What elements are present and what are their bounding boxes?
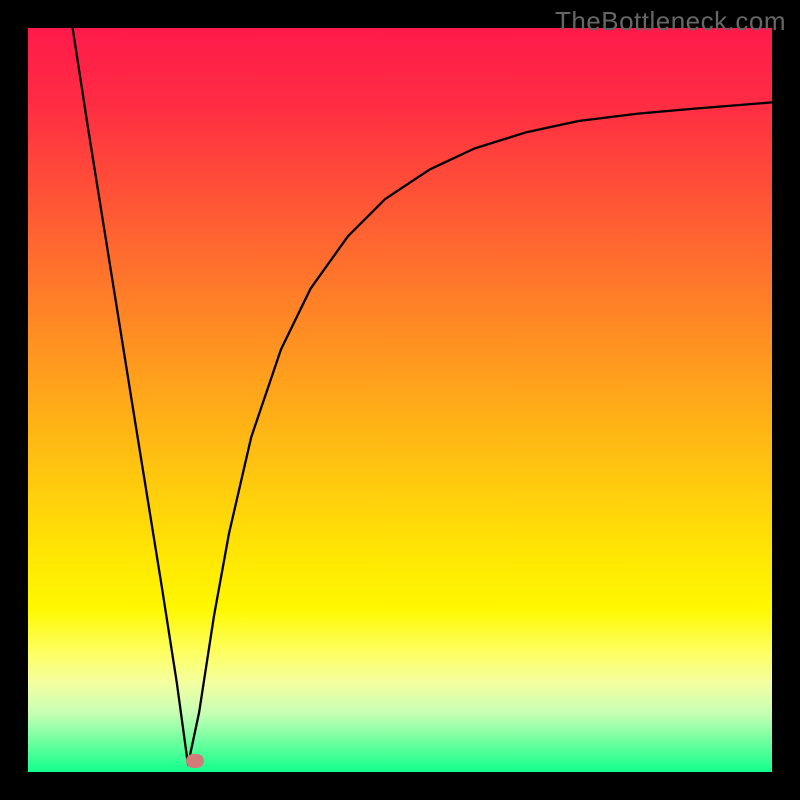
chart-container: TheBottleneck.com bbox=[0, 0, 800, 800]
bottleneck-marker-icon bbox=[186, 754, 204, 768]
watermark-text: TheBottleneck.com bbox=[555, 6, 786, 37]
plot-area bbox=[28, 28, 772, 772]
chart-curve bbox=[28, 28, 772, 772]
